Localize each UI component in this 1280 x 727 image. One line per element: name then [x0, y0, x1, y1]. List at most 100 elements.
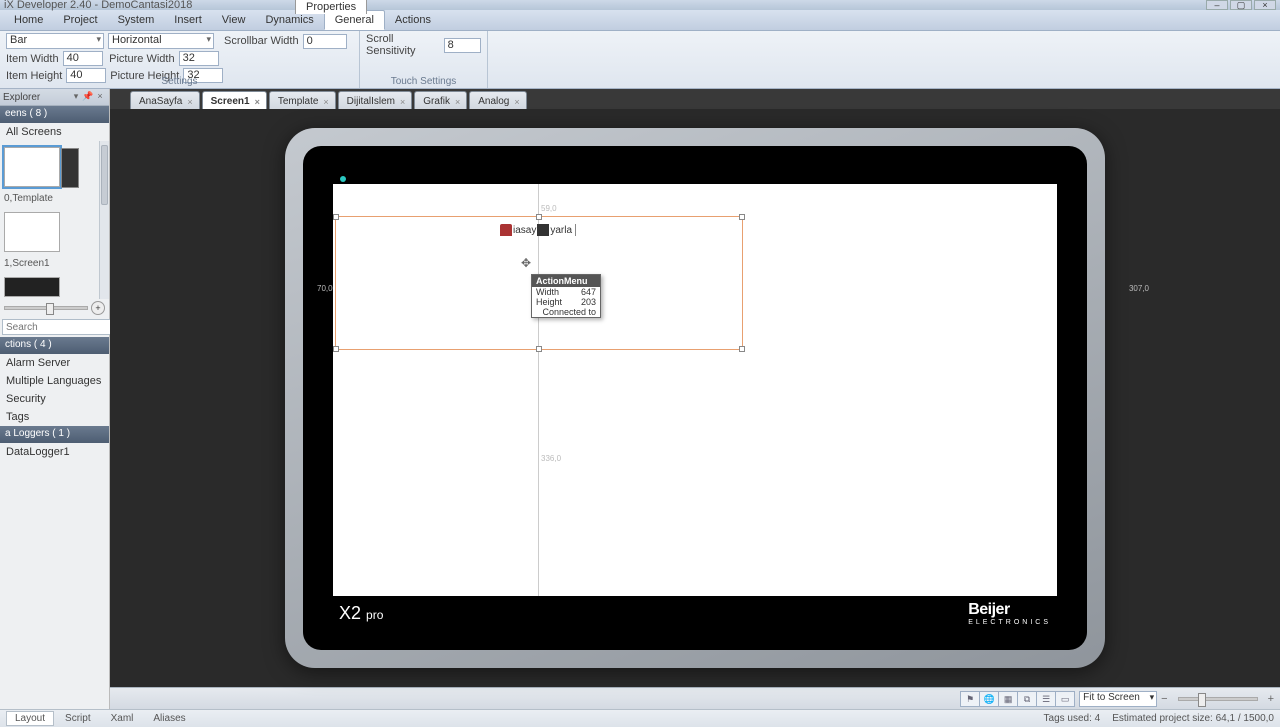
tooltip-key: Width	[532, 287, 573, 297]
menu-insert[interactable]: Insert	[164, 11, 212, 29]
window-controls: – ▢ ×	[1206, 0, 1276, 10]
tooltip-key: Connected to	[532, 307, 600, 317]
function-multiple-languages[interactable]: Multiple Languages	[0, 372, 109, 390]
tab-close-icon[interactable]: ×	[400, 97, 405, 107]
view-tab-xaml[interactable]: Xaml	[102, 711, 143, 726]
menu-bar: Home Project System Insert View Dynamics…	[0, 10, 1280, 31]
menu-project[interactable]: Project	[53, 11, 107, 29]
minimize-button[interactable]: –	[1206, 0, 1228, 10]
view-globe-icon[interactable]: 🌐	[979, 691, 999, 707]
menu-system[interactable]: System	[108, 11, 165, 29]
tab-screen1[interactable]: Screen1×	[202, 91, 267, 109]
tab-template[interactable]: Template×	[269, 91, 336, 109]
logger-item-0[interactable]: DataLogger1	[0, 443, 109, 461]
resize-handle[interactable]	[536, 346, 542, 352]
zoom-fit-combo[interactable]: Fit to Screen	[1079, 691, 1157, 707]
resize-handle[interactable]	[739, 346, 745, 352]
view-flag-icon[interactable]: ⚑	[960, 691, 980, 707]
picture-width-input[interactable]: 32	[179, 51, 219, 66]
house-icon	[500, 224, 512, 236]
device-frame: 59,0 70,0 307,0 336,0	[285, 128, 1105, 668]
tab-close-icon[interactable]: ×	[455, 97, 460, 107]
menu-view[interactable]: View	[212, 11, 256, 29]
canvas-viewport[interactable]: 59,0 70,0 307,0 336,0	[110, 109, 1280, 687]
thumb-group-1[interactable]	[0, 206, 99, 254]
thumbs-scrollbar[interactable]	[99, 141, 109, 299]
close-panel-icon[interactable]: ×	[94, 91, 106, 103]
thumb-zoom-in-button[interactable]: +	[91, 301, 105, 315]
tab-close-icon[interactable]: ×	[514, 97, 519, 107]
screen-thumbnail-0[interactable]	[4, 147, 60, 187]
tab-close-icon[interactable]: ×	[323, 97, 328, 107]
function-tags[interactable]: Tags	[0, 408, 109, 426]
status-project-size: Estimated project size: 64,1 / 1500,0	[1112, 713, 1274, 724]
placed-actionmenu-object[interactable]: iasay yarla	[499, 224, 576, 236]
resize-handle[interactable]	[333, 346, 339, 352]
ribbon-group-settings: Bar Horizontal Scrollbar Width 0 Item Wi…	[0, 31, 360, 88]
thumb-group-0[interactable]	[0, 141, 99, 189]
menu-actions[interactable]: Actions	[385, 11, 441, 29]
screen-thumbnail-2[interactable]	[4, 277, 60, 297]
screen-thumbnail-1[interactable]	[4, 212, 60, 252]
thumb-label-1[interactable]: 1,Screen1	[0, 254, 99, 271]
tab-grafik[interactable]: Grafik×	[414, 91, 467, 109]
scrollbar-width-label: Scrollbar Width	[224, 35, 299, 47]
flag-icon	[537, 224, 549, 236]
properties-context-tab[interactable]: Properties	[295, 0, 367, 14]
tab-dijitalislem[interactable]: DijitalIslem×	[338, 91, 413, 109]
tab-close-icon[interactable]: ×	[255, 97, 260, 107]
orientation-combo[interactable]: Horizontal	[108, 33, 214, 49]
status-tags-used: Tags used: 4	[1044, 713, 1101, 724]
dropdown-icon[interactable]: ▾	[70, 91, 82, 103]
resize-handle[interactable]	[536, 214, 542, 220]
explorer-search-row: 🔍	[0, 317, 109, 337]
maximize-button[interactable]: ▢	[1230, 0, 1252, 10]
functions-section-header[interactable]: ctions ( 4 )	[0, 337, 109, 354]
zoom-out-button[interactable]: −	[1161, 693, 1167, 705]
scroll-sensitivity-input[interactable]: 8	[444, 38, 481, 53]
pin-icon[interactable]: 📌	[82, 91, 94, 103]
view-grid-icon[interactable]: ▦	[998, 691, 1018, 707]
item-width-input[interactable]: 40	[63, 51, 103, 66]
resize-handle[interactable]	[333, 214, 339, 220]
device-bottom-bar: X2 pro Beijer ELECTRONICS	[333, 596, 1057, 630]
info-tooltip: ActionMenu Width647 Height203 Connected …	[531, 274, 601, 318]
view-outline-icon[interactable]: ▭	[1055, 691, 1075, 707]
all-screens-item[interactable]: All Screens	[0, 123, 109, 141]
tab-close-icon[interactable]: ×	[187, 97, 192, 107]
scrollbar-width-input[interactable]: 0	[303, 34, 347, 49]
caret-icon	[575, 224, 576, 236]
view-tab-script[interactable]: Script	[56, 711, 100, 726]
view-tab-layout[interactable]: Layout	[6, 711, 54, 726]
tab-analog[interactable]: Analog×	[469, 91, 526, 109]
view-tab-aliases[interactable]: Aliases	[144, 711, 194, 726]
view-snap-icon[interactable]: ⧉	[1017, 691, 1037, 707]
loggers-section-header[interactable]: a Loggers ( 1 )	[0, 426, 109, 443]
zoom-in-button[interactable]: +	[1268, 693, 1274, 705]
menu-home[interactable]: Home	[4, 11, 53, 29]
ribbon-group-label-settings: Settings	[0, 76, 359, 87]
design-surface[interactable]: 59,0 70,0 307,0 336,0	[333, 184, 1057, 596]
zoom-slider[interactable]	[1178, 697, 1258, 701]
thumb-zoom-slider[interactable]	[4, 306, 88, 310]
view-mode-buttons: ⚑ 🌐 ▦ ⧉ ☰ ▭	[961, 691, 1075, 707]
function-alarm-server[interactable]: Alarm Server	[0, 354, 109, 372]
bar-type-combo[interactable]: Bar	[6, 33, 104, 49]
explorer-title: Explorer	[3, 92, 40, 103]
thumb-label-0[interactable]: 0,Template	[0, 189, 99, 206]
view-layers-icon[interactable]: ☰	[1036, 691, 1056, 707]
screens-section-header[interactable]: eens ( 8 )	[0, 106, 109, 123]
resize-handle[interactable]	[739, 214, 745, 220]
close-button[interactable]: ×	[1254, 0, 1276, 10]
tooltip-key: Height	[532, 297, 573, 307]
placed-label-b: yarla	[550, 225, 572, 236]
function-security[interactable]: Security	[0, 390, 109, 408]
app-status-bar: Layout Script Xaml Aliases Tags used: 4 …	[0, 709, 1280, 727]
move-cursor-icon: ✥	[521, 256, 531, 270]
guide-label-left: 70,0	[317, 284, 333, 293]
placed-label-a: iasay	[513, 225, 536, 236]
ribbon: Bar Horizontal Scrollbar Width 0 Item Wi…	[0, 31, 1280, 89]
tab-anasayfa[interactable]: AnaSayfa×	[130, 91, 200, 109]
thumb-group-2[interactable]	[0, 271, 99, 299]
device-model-label: X2 pro	[339, 603, 383, 624]
